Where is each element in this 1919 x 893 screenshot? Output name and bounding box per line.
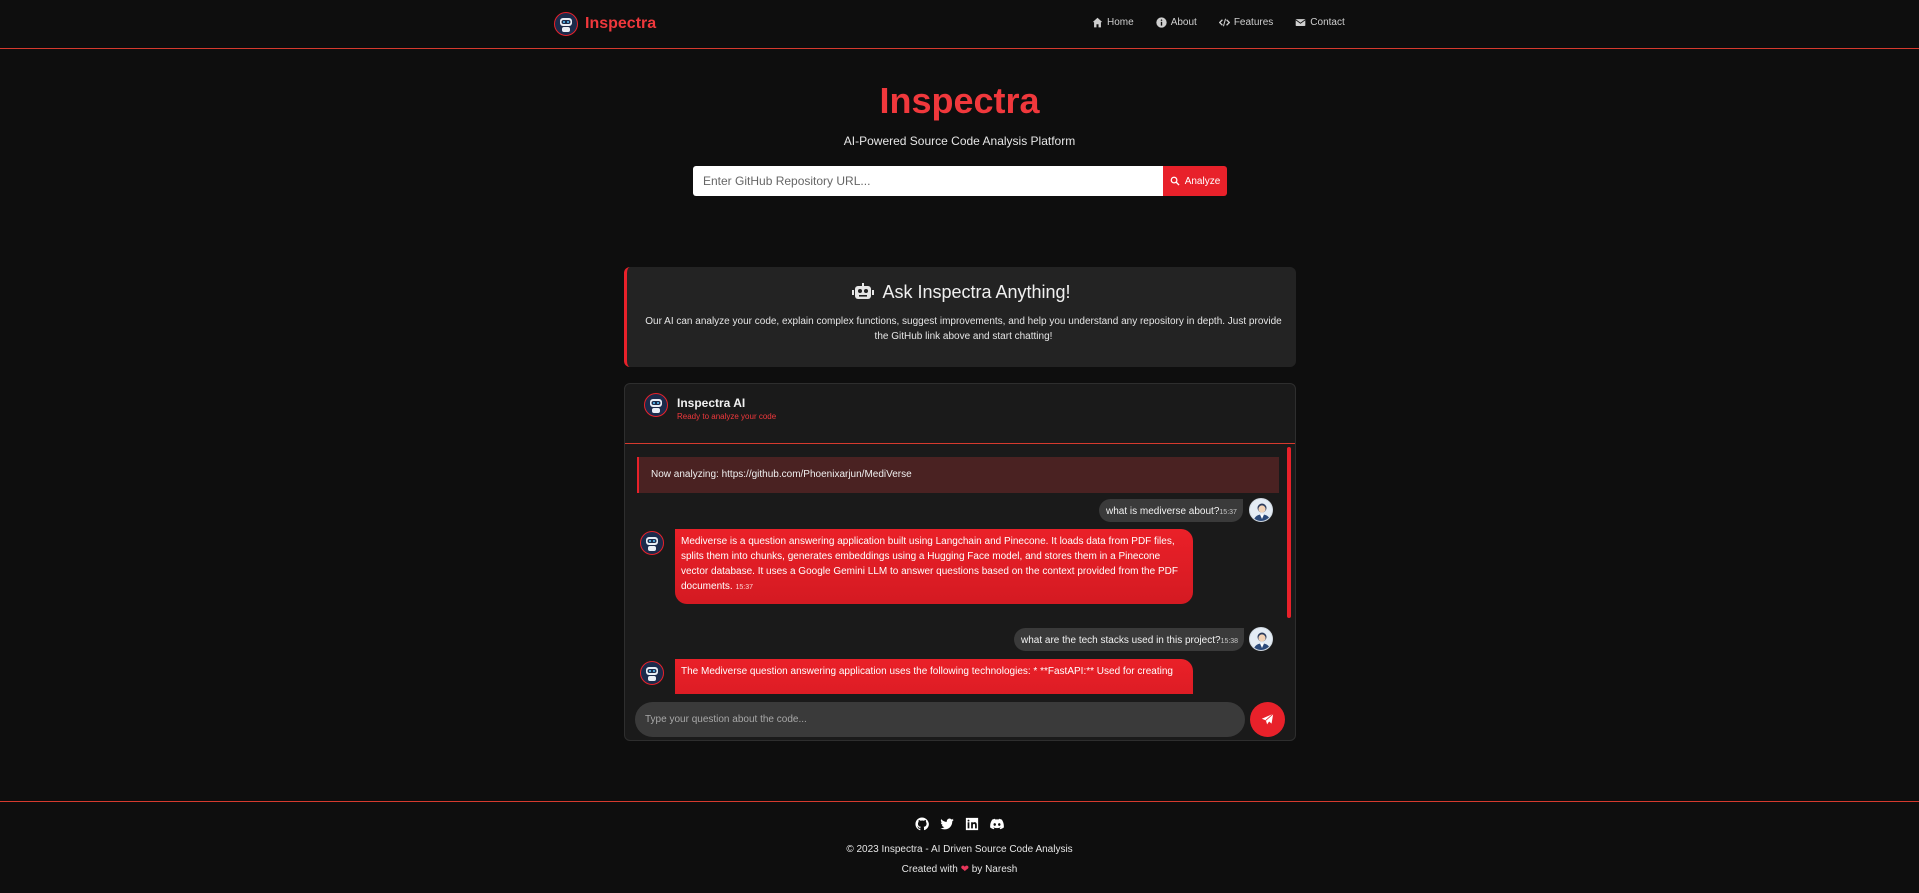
search-icon xyxy=(1170,176,1180,186)
message-time: 15:37 xyxy=(735,584,754,591)
footer-copyright: © 2023 Inspectra - AI Driven Source Code… xyxy=(846,844,1073,855)
chat-question-input[interactable] xyxy=(635,702,1245,737)
nav-features-label: Features xyxy=(1233,17,1274,28)
bot-avatar-icon xyxy=(640,531,664,555)
ask-title-text: Ask Inspectra Anything! xyxy=(882,282,1071,302)
linkedin-link[interactable] xyxy=(965,817,979,831)
nav-contact[interactable]: Contact xyxy=(1295,17,1345,28)
user-message-text: what are the tech stacks used in this pr… xyxy=(1021,635,1221,646)
ask-description: Our AI can analyze your code, explain co… xyxy=(645,316,1282,342)
info-icon xyxy=(1156,17,1167,28)
user-message-text: what is mediverse about? xyxy=(1106,506,1220,517)
repo-search-bar: Analyze xyxy=(693,166,1227,196)
nav-contact-label: Contact xyxy=(1310,17,1345,28)
analyzing-notice: Now analyzing: https://github.com/Phoeni… xyxy=(637,457,1279,493)
linkedin-icon xyxy=(965,817,979,831)
nav-home[interactable]: Home xyxy=(1092,17,1134,28)
discord-link[interactable] xyxy=(990,817,1004,831)
chat-scrollbar[interactable] xyxy=(1287,447,1291,618)
hero-title: Inspectra xyxy=(879,80,1040,121)
repo-url-input[interactable] xyxy=(693,166,1163,196)
chat-input-row xyxy=(625,694,1295,740)
envelope-icon xyxy=(1295,19,1306,26)
navbar: Inspectra Home About Features Contact xyxy=(0,0,1919,49)
chat-status: Ready to analyze your code xyxy=(677,412,777,421)
user-message: what is mediverse about?15:37 xyxy=(1099,499,1243,522)
user-avatar-icon xyxy=(1253,503,1271,521)
bot-message-text: Mediverse is a question answering applic… xyxy=(681,536,1178,592)
user-message: what are the tech stacks used in this pr… xyxy=(1014,628,1245,651)
bot-message: Mediverse is a question answering applic… xyxy=(675,529,1193,604)
message-time: 15:37 xyxy=(1219,509,1237,516)
ask-inspectra-card: Ask Inspectra Anything! Our AI can analy… xyxy=(624,267,1296,367)
message-time: 15:38 xyxy=(1220,638,1239,645)
bot-message-text: The Mediverse question answering applica… xyxy=(681,666,1173,677)
twitter-icon xyxy=(940,818,954,830)
nav-about-label: About xyxy=(1170,17,1197,28)
bot-avatar-icon xyxy=(644,393,668,417)
home-icon xyxy=(1092,17,1103,28)
robot-icon xyxy=(852,282,875,299)
twitter-link[interactable] xyxy=(940,817,954,831)
hero-subtitle: AI-Powered Source Code Analysis Platform xyxy=(843,134,1076,148)
discord-icon xyxy=(990,818,1004,830)
code-icon xyxy=(1218,18,1230,27)
ask-title: Ask Inspectra Anything! xyxy=(627,282,1296,303)
nav-features[interactable]: Features xyxy=(1218,17,1274,28)
credit-prefix: Created with xyxy=(901,864,958,875)
footer: © 2023 Inspectra - AI Driven Source Code… xyxy=(0,801,1919,893)
robot-logo-icon xyxy=(554,12,578,36)
send-button[interactable] xyxy=(1250,702,1285,737)
user-avatar xyxy=(1249,498,1273,522)
footer-credit: Created with ❤ by Naresh xyxy=(0,864,1919,875)
chat-panel: Inspectra AI Ready to analyze your code … xyxy=(624,383,1296,741)
user-avatar-icon xyxy=(1253,632,1271,650)
analyze-button[interactable]: Analyze xyxy=(1163,166,1227,196)
analyze-button-label: Analyze xyxy=(1184,175,1221,187)
brand[interactable]: Inspectra xyxy=(554,12,656,36)
credit-suffix: by Naresh xyxy=(971,864,1018,875)
heart-icon: ❤ xyxy=(960,864,969,875)
chat-header: Inspectra AI Ready to analyze your code xyxy=(625,384,1295,444)
chat-bot-name: Inspectra AI xyxy=(677,396,746,410)
bot-avatar-icon xyxy=(640,661,664,685)
nav-home-label: Home xyxy=(1107,17,1134,28)
nav-links: Home About Features Contact xyxy=(1092,17,1367,28)
bot-message: The Mediverse question answering applica… xyxy=(675,659,1193,694)
social-links xyxy=(915,817,1004,831)
paper-plane-icon xyxy=(1261,713,1274,725)
user-avatar xyxy=(1249,627,1273,651)
nav-about[interactable]: About xyxy=(1156,17,1197,28)
brand-name: Inspectra xyxy=(585,15,657,32)
github-icon xyxy=(915,817,929,831)
github-link[interactable] xyxy=(915,817,929,831)
message-list[interactable]: Now analyzing: https://github.com/Phoeni… xyxy=(625,445,1295,694)
